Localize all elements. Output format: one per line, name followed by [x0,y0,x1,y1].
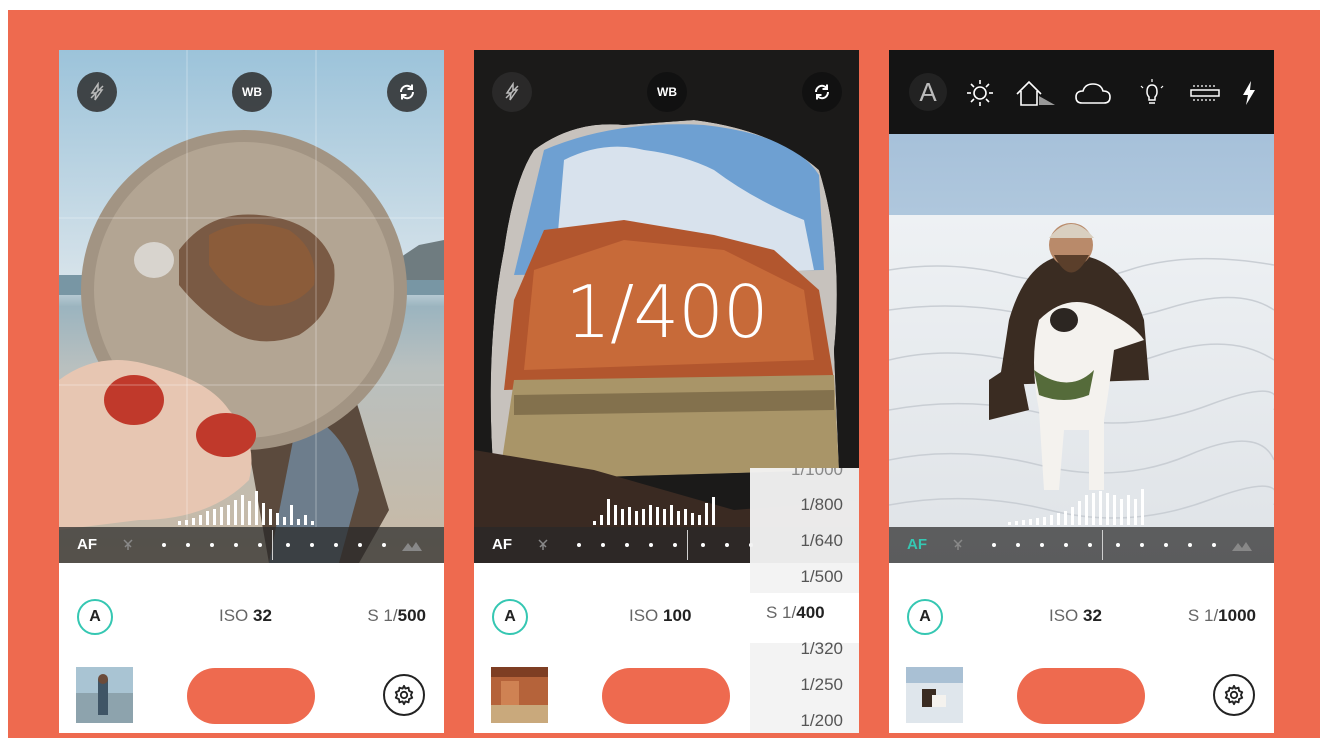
speed-option[interactable]: 1/250 [800,675,843,695]
wb-tungsten-button[interactable] [1135,76,1169,110]
mode-label: A [89,608,101,625]
speed-option[interactable]: 1/320 [800,639,843,659]
switch-camera-icon [814,84,830,100]
white-balance-button[interactable]: WB [232,72,272,112]
shutter-speed-picker[interactable]: 1/1000 1/800 1/640 1/500 S 1/400 1/320 1… [750,468,859,733]
last-photo-thumbnail[interactable] [906,667,963,723]
flash-off-button[interactable] [77,72,117,112]
wb-fluorescent-button[interactable] [1189,76,1221,110]
sun-icon [967,80,993,106]
mode-label: A [504,608,516,625]
speed-option-selected[interactable]: S 1/400 [766,603,843,623]
iso-value: 32 [1083,606,1102,625]
shutter-label: S 1/ [367,606,398,625]
gear-icon [394,684,414,706]
settings-button[interactable] [1213,674,1255,716]
shutter-button[interactable] [187,668,315,724]
showcase-background: WB AF A ISO 32 S 1/500 1/400 WB AF A ISO… [8,10,1320,738]
wb-flash-button[interactable] [1237,76,1261,110]
camera-screen-2: 1/400 WB AF A ISO 100 1/1000 1/800 1/640… [474,50,859,733]
flash-off-icon [90,82,104,101]
wb-daylight-button[interactable] [963,76,997,110]
focus-position-marker[interactable] [272,530,273,560]
iso-control[interactable]: ISO 32 [219,606,272,626]
cloud-icon [1075,83,1111,104]
flash-icon [1243,81,1255,105]
histogram [1008,489,1144,525]
mountain-icon [1232,542,1252,551]
speed-option[interactable]: 1/640 [800,531,843,551]
speed-option[interactable]: 1/1000 [791,468,843,480]
wb-auto-label: A [919,76,937,107]
controls-panel: A ISO 32 S 1/500 [59,563,444,733]
switch-camera-button[interactable] [387,72,427,112]
thumbnail-image [76,667,133,723]
flash-off-icon [505,82,519,101]
macro-icon [538,539,548,550]
camera-screen-3: A AF A ISO 32 S 1/1000 [889,50,1274,733]
iso-label: ISO [219,606,249,625]
iso-control[interactable]: ISO 32 [1049,606,1102,626]
mode-label: A [919,608,931,625]
shutter-speed-control[interactable]: S 1/500 [367,606,426,626]
mountain-icon [402,542,422,551]
settings-button[interactable] [383,674,425,716]
histogram [593,497,715,525]
macro-icon [953,539,963,550]
speed-option[interactable]: 1/800 [800,495,843,515]
histogram [178,491,314,525]
switch-camera-button[interactable] [802,72,842,112]
wb-auto-button[interactable]: A [909,73,947,111]
thumbnail-image [491,667,548,723]
iso-value: 100 [663,606,692,625]
viewfinder[interactable]: WB AF [59,50,444,563]
flash-off-button[interactable] [492,72,532,112]
shutter-button[interactable] [602,668,730,724]
focus-slider[interactable]: AF [889,527,1274,563]
shutter-speed-control[interactable]: S 1/1000 [1188,606,1256,626]
shutter-value: 500 [397,606,426,625]
gear-icon [1224,684,1244,706]
last-photo-thumbnail[interactable] [76,667,133,723]
exposure-mode-button[interactable]: A [907,599,943,635]
shutter-label: S 1/ [766,603,797,622]
focus-track [162,543,402,547]
last-photo-thumbnail[interactable] [491,667,548,723]
wb-shade-button[interactable] [1013,76,1057,110]
shutter-value: 1000 [1218,606,1256,625]
fluorescent-icon [1190,85,1220,101]
viewfinder[interactable]: A AF [889,50,1274,563]
speed-option[interactable]: 1/500 [800,567,843,587]
wb-cloudy-button[interactable] [1073,76,1113,110]
wb-label: WB [657,85,677,99]
shutter-speed-overlay: 1/400 [565,270,769,354]
shutter-label: S 1/ [1187,606,1219,625]
exposure-mode-button[interactable]: A [77,599,113,635]
exposure-mode-button[interactable]: A [492,599,528,635]
camera-screen-1: WB AF A ISO 32 S 1/500 [59,50,444,733]
white-balance-bar: A [889,50,1274,134]
shade-icon [1016,80,1055,106]
bulb-icon [1140,79,1164,104]
controls-panel: A ISO 32 S 1/1000 [889,563,1274,733]
macro-icon [123,539,133,550]
af-label: AF [492,536,512,553]
shutter-button[interactable] [1017,668,1145,724]
thumbnail-image [906,667,963,723]
af-label: AF [77,536,97,553]
speed-option[interactable]: 1/200 [800,711,843,731]
white-balance-button[interactable]: WB [647,72,687,112]
iso-value: 32 [253,606,272,625]
shutter-value: 400 [796,603,825,622]
wb-label: WB [242,85,262,99]
focus-track [992,543,1232,547]
focus-position-marker[interactable] [687,530,688,560]
iso-control[interactable]: ISO 100 [629,606,691,626]
iso-label: ISO [629,606,659,625]
af-label: AF [907,536,927,553]
focus-position-marker[interactable] [1102,530,1103,560]
switch-camera-icon [399,84,415,100]
focus-slider[interactable]: AF [59,527,444,563]
iso-label: ISO [1049,606,1079,625]
